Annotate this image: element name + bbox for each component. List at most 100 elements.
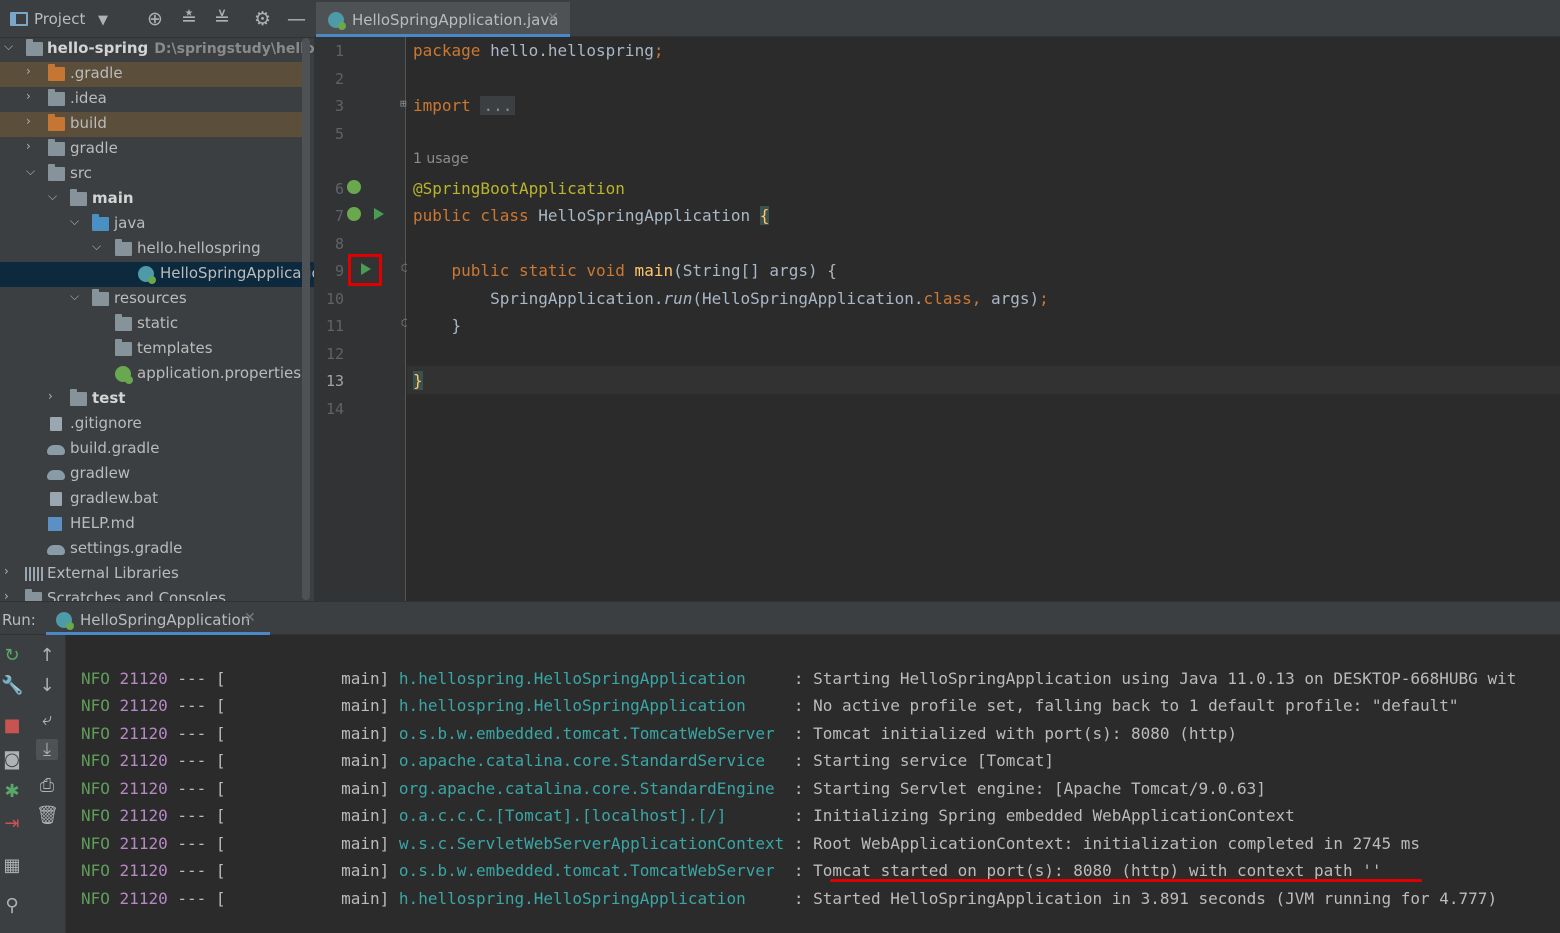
tree-item-resources[interactable]: ⌵ resources [0, 287, 302, 312]
package-icon [115, 239, 132, 256]
chevron-right-icon[interactable]: › [4, 589, 18, 601]
project-panel-header: Project ▼ ⊕ ≛ ≚ ⚙ — [0, 0, 314, 38]
layout-icon[interactable]: ▦ [1, 855, 23, 876]
run-class-icon[interactable] [374, 208, 384, 220]
tree-item-label: gradle [70, 139, 118, 157]
code-line-10: SpringApplication.run(HelloSpringApplica… [413, 289, 1049, 308]
code-line-3: import ... [413, 96, 516, 115]
usage-hint[interactable]: 1 usage [413, 151, 469, 167]
project-view-icon [10, 12, 28, 26]
stop-icon[interactable]: ■ [1, 715, 23, 736]
chevron-down-icon[interactable]: ⌵ [70, 289, 84, 304]
code-line-7: public class HelloSpringApplication { [413, 206, 770, 225]
gradle-icon [47, 470, 65, 480]
tree-item-hellospringapplication[interactable]: HelloSpringApplication [0, 262, 314, 287]
print-icon[interactable]: ⎙ [36, 775, 58, 796]
tree-item-gradlew[interactable]: gradlew [0, 462, 302, 487]
chevron-right-icon[interactable]: › [26, 64, 40, 78]
chevron-right-icon[interactable]: › [26, 89, 40, 103]
tree-item-label: hello.hellospring [137, 239, 261, 257]
spring-bean-gutter-icon[interactable] [347, 207, 361, 221]
fold-icon[interactable]: ⊞ [400, 97, 407, 110]
tree-item-label: main [92, 189, 134, 207]
line-number-current: 13 [325, 372, 344, 390]
locate-icon[interactable]: ⊕ [147, 8, 163, 30]
exit-icon[interactable]: ⇥ [1, 813, 23, 834]
up-arrow-icon[interactable]: ↑ [36, 645, 58, 666]
gear-icon[interactable]: ⚙ [254, 8, 271, 30]
run-tab-hellospringapplication[interactable]: HelloSpringApplication ✕ [46, 602, 270, 635]
tree-item-build[interactable]: › build [0, 112, 302, 137]
chevron-down-icon[interactable]: ⌵ [4, 39, 18, 54]
tree-item-application-properties[interactable]: application.properties [0, 362, 302, 387]
spring-bean-gutter-icon[interactable] [347, 180, 361, 194]
scratches-icon [25, 589, 42, 601]
collapse-all-icon[interactable]: ≚ [214, 8, 230, 30]
tree-item-build-gradle[interactable]: build.gradle [0, 437, 302, 462]
tree-item-label: build.gradle [70, 439, 160, 457]
tab-hellospringapplication-java[interactable]: HelloSpringApplication.java ✕ [316, 2, 570, 37]
run-button-highlight-box [348, 254, 382, 286]
pin-icon[interactable]: ⚲ [1, 895, 23, 916]
tree-item-help-md[interactable]: HELP.md [0, 512, 302, 537]
line-number: 7 [334, 207, 344, 225]
spring-properties-icon [115, 366, 133, 384]
tree-item-label: .gitignore [70, 414, 142, 432]
close-icon[interactable]: ✕ [244, 610, 256, 626]
folder-icon [115, 314, 132, 331]
dropdown-icon[interactable]: ▼ [98, 10, 108, 32]
code-line-11: } [413, 316, 462, 335]
trash-icon[interactable]: 🗑 [36, 805, 59, 826]
scroll-to-end-icon[interactable]: ⤓ [36, 739, 58, 760]
tree-item-label: test [92, 389, 126, 407]
tree-item-scratches[interactable]: › Scratches and Consoles [0, 587, 302, 601]
folded-imports[interactable]: ... [480, 96, 516, 115]
log-line: NFO 21120 --- [ main] w.s.c.ServletWebSe… [81, 834, 1421, 853]
chevron-down-icon[interactable]: ⌵ [26, 164, 40, 179]
expand-all-icon[interactable]: ≛ [181, 8, 197, 30]
tree-item-main[interactable]: ⌵ main [0, 187, 302, 212]
tree-item-hello-spring[interactable]: ⌵ hello-springD:\springstudy\hello-spr [0, 37, 314, 62]
tree-item-gradle-dir[interactable]: › .gradle [0, 62, 302, 87]
tree-item-settings-gradle[interactable]: settings.gradle [0, 537, 302, 562]
console-output[interactable]: NFO 21120 --- [ main] h.hellospring.Hell… [66, 635, 1560, 933]
folder-icon [48, 89, 65, 106]
chevron-right-icon[interactable]: › [26, 114, 40, 128]
project-view-selector[interactable]: Project [34, 10, 85, 28]
tree-item-gitignore[interactable]: .gitignore [0, 412, 302, 437]
tree-item-package[interactable]: ⌵ hello.hellospring [0, 237, 302, 262]
line-number: 5 [334, 125, 344, 143]
tree-item-test[interactable]: › test [0, 387, 302, 412]
minimize-icon[interactable]: — [287, 8, 306, 30]
tree-item-label: static [137, 314, 179, 332]
tree-item-static[interactable]: static [0, 312, 302, 337]
down-arrow-icon[interactable]: ↓ [36, 675, 58, 696]
chevron-right-icon[interactable]: › [4, 564, 18, 578]
soft-wrap-icon[interactable]: ⤶ [36, 709, 58, 730]
tree-item-label: .idea [70, 89, 107, 107]
chevron-right-icon[interactable]: › [26, 139, 40, 153]
chevron-down-icon[interactable]: ⌵ [70, 214, 84, 229]
chevron-right-icon[interactable]: › [48, 389, 62, 403]
camera-icon[interactable]: ◙ [1, 749, 23, 770]
tree-item-src[interactable]: ⌵ src [0, 162, 302, 187]
tree-item-gradle[interactable]: › gradle [0, 137, 302, 162]
module-path: D:\springstudy\hello-spr [154, 41, 314, 57]
rerun-icon[interactable]: ↻ [1, 645, 23, 666]
tree-item-label: resources [114, 289, 187, 307]
line-number: 1 [334, 42, 344, 60]
tree-item-java[interactable]: ⌵ java [0, 212, 302, 237]
line-number: 14 [325, 400, 344, 418]
close-icon[interactable]: ✕ [547, 10, 559, 26]
tree-scrollbar[interactable] [302, 38, 310, 600]
chevron-down-icon[interactable]: ⌵ [92, 239, 106, 254]
debug-bug-icon[interactable]: ✱ [1, 781, 23, 802]
wrench-icon[interactable]: 🔧 [1, 675, 23, 696]
tree-item-label: src [70, 164, 92, 182]
tree-item-templates[interactable]: templates [0, 337, 302, 362]
tree-item-gradlew-bat[interactable]: gradlew.bat [0, 487, 302, 512]
tree-item-external-libraries[interactable]: › External Libraries [0, 562, 302, 587]
chevron-down-icon[interactable]: ⌵ [48, 189, 62, 204]
tree-item-idea[interactable]: › .idea [0, 87, 302, 112]
code-editor[interactable]: package hello.hellospring; import ... 1 … [407, 37, 1560, 601]
